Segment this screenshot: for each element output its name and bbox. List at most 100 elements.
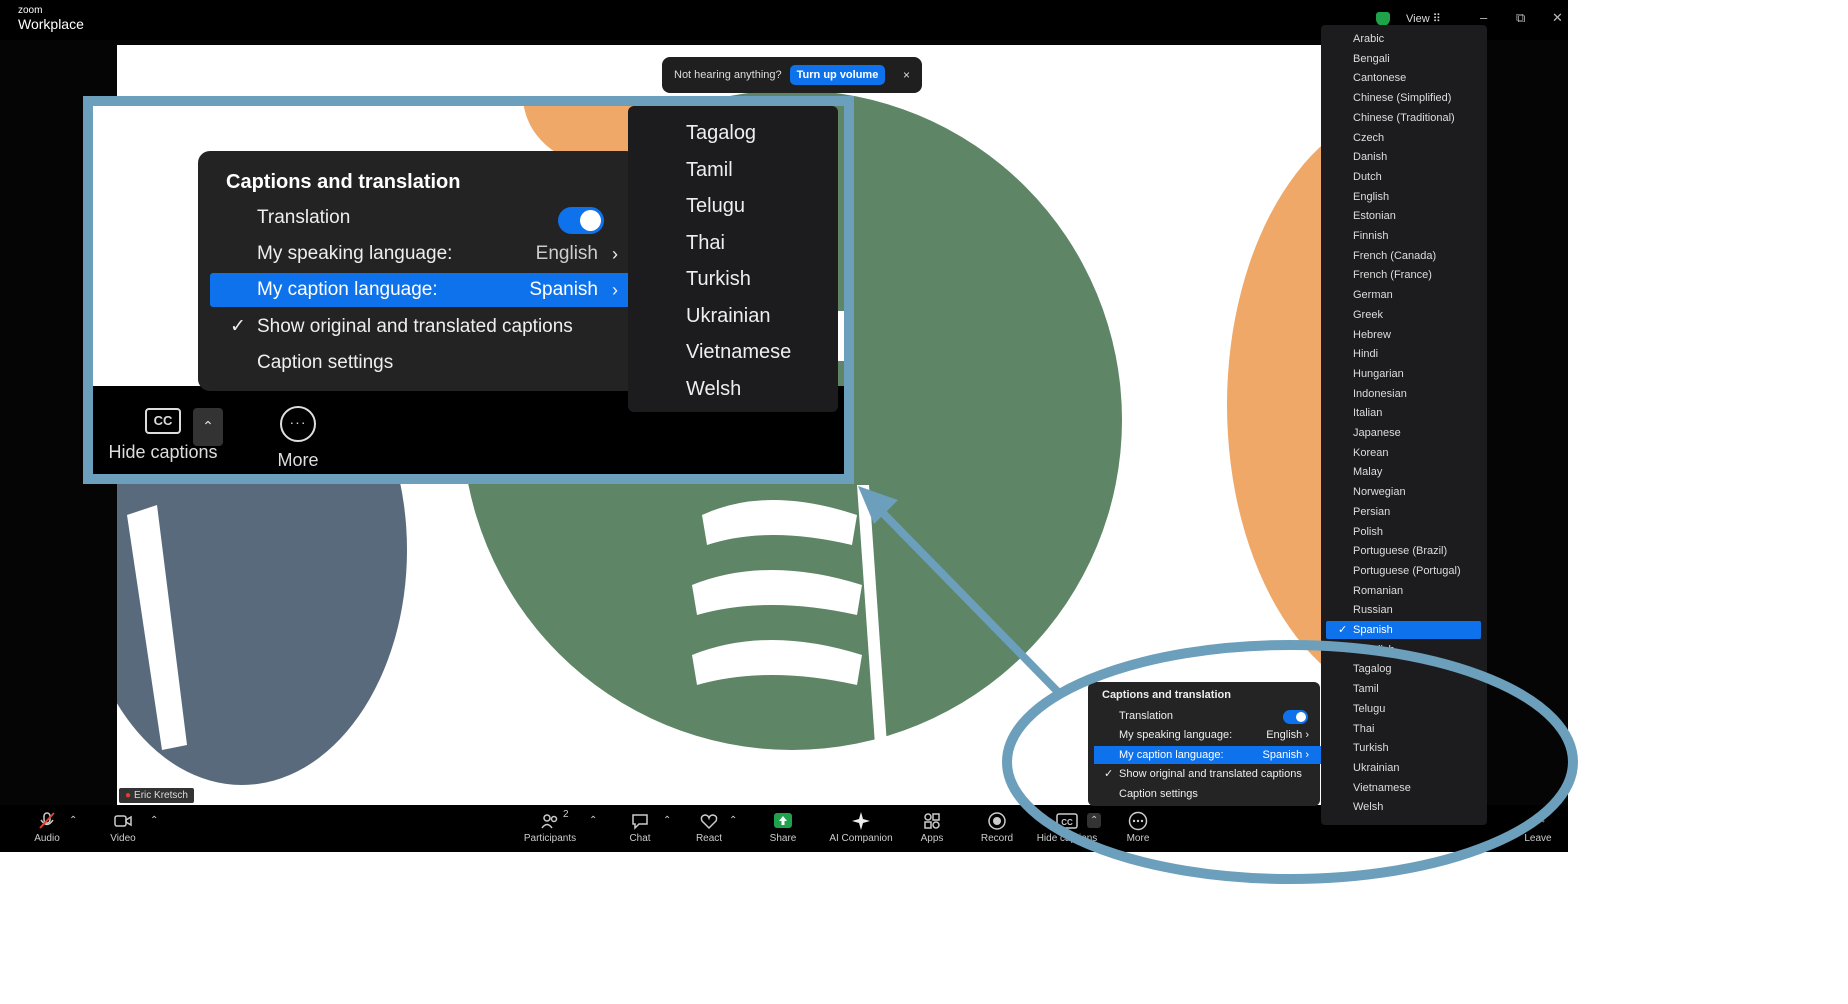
share-label: Share <box>769 833 797 844</box>
translation-label: Translation <box>1119 710 1174 722</box>
language-option[interactable]: Hungarian <box>1326 365 1481 383</box>
language-option[interactable]: Estonian <box>1326 207 1481 225</box>
language-option[interactable]: English <box>1326 188 1481 206</box>
language-option[interactable]: Arabic <box>1326 30 1481 48</box>
language-option[interactable]: Chinese (Traditional) <box>1326 109 1481 127</box>
language-option-label: Indonesian <box>1353 388 1407 400</box>
language-option[interactable]: Persian <box>1326 503 1481 521</box>
language-option[interactable]: French (Canada) <box>1326 247 1481 265</box>
language-option[interactable]: Welsh <box>1326 798 1481 816</box>
security-shield-icon[interactable] <box>1376 12 1390 26</box>
language-option[interactable]: Turkish <box>686 264 751 294</box>
language-option[interactable]: Malay <box>1326 463 1481 481</box>
share-button[interactable]: Share <box>743 811 823 844</box>
language-option[interactable]: Danish <box>1326 148 1481 166</box>
participants-options-caret[interactable]: ⌃ <box>589 815 597 826</box>
language-option[interactable]: Welsh <box>686 374 741 404</box>
language-option[interactable]: Turkish <box>1326 739 1481 757</box>
language-option[interactable]: ✓ Spanish <box>1326 621 1481 639</box>
language-option[interactable]: Hebrew <box>1326 326 1481 344</box>
captions-options-caret[interactable]: ⌃ <box>193 408 223 446</box>
language-option[interactable]: Dutch <box>1326 168 1481 186</box>
language-option-label: Italian <box>1353 407 1383 419</box>
language-option[interactable]: Tagalog <box>686 118 756 148</box>
show-original-row[interactable]: ✓ Show original and translated captions <box>210 310 630 344</box>
translation-row[interactable]: Translation <box>1094 707 1321 725</box>
language-option[interactable]: Tamil <box>686 155 733 185</box>
language-option[interactable]: Portuguese (Brazil) <box>1326 542 1481 560</box>
language-option[interactable]: Italian <box>1326 404 1481 422</box>
notice-close-button[interactable]: × <box>903 68 910 82</box>
language-option[interactable]: Czech <box>1326 129 1481 147</box>
caption-language-row[interactable]: My caption language: Spanish › <box>1094 746 1321 764</box>
language-option[interactable]: Chinese (Simplified) <box>1326 89 1481 107</box>
record-label: Record <box>980 833 1014 844</box>
ai-companion-button[interactable]: AI Companion <box>821 811 901 844</box>
more-button[interactable]: More <box>1098 811 1178 844</box>
language-option-label: Russian <box>1353 604 1393 616</box>
language-option[interactable]: Telugu <box>1326 700 1481 718</box>
language-option[interactable]: Korean <box>1326 444 1481 462</box>
participants-button[interactable]: Participants <box>510 811 590 844</box>
language-option-label: Portuguese (Brazil) <box>1353 545 1448 557</box>
leave-button[interactable]: Leave <box>1498 811 1568 844</box>
more-label: More <box>1126 833 1150 844</box>
language-option[interactable]: Indonesian <box>1326 385 1481 403</box>
language-option[interactable]: Portuguese (Portugal) <box>1326 562 1481 580</box>
view-button[interactable]: View ⠿ <box>1406 12 1441 25</box>
video-options-caret[interactable]: ⌃ <box>150 815 158 826</box>
speaking-language-row[interactable]: My speaking language: English › <box>1094 726 1321 744</box>
caption-language-dropdown-zoomed: Tagalog Tamil Telugu Thai Turkish Ukrainian Vi… <box>628 106 838 412</box>
language-option[interactable]: Vietnamese <box>1326 779 1481 797</box>
language-option[interactable]: German <box>1326 286 1481 304</box>
check-icon: ✓ <box>1338 624 1348 636</box>
language-option[interactable]: Swedish <box>1326 641 1481 659</box>
leave-icon <box>1531 817 1545 823</box>
speaking-language-row[interactable]: My speaking language: English › <box>210 237 630 271</box>
more-button[interactable]: ··· More <box>253 406 343 471</box>
language-option[interactable]: Greek <box>1326 306 1481 324</box>
language-option[interactable]: Japanese <box>1326 424 1481 442</box>
language-option-label: Swedish <box>1353 644 1395 656</box>
language-option[interactable]: Russian <box>1326 601 1481 619</box>
caption-language-row[interactable]: My caption language: Spanish › <box>210 273 630 307</box>
language-option[interactable]: Norwegian <box>1326 483 1481 501</box>
language-option[interactable]: Vietnamese <box>686 337 791 367</box>
show-original-row[interactable]: ✓ Show original and translated captions <box>1094 765 1321 783</box>
turn-up-volume-button[interactable]: Turn up volume <box>789 65 886 85</box>
translation-toggle[interactable] <box>1283 710 1308 724</box>
caption-settings-row[interactable]: Caption settings <box>210 346 630 380</box>
language-option[interactable]: Ukrainian <box>1326 759 1481 777</box>
language-option[interactable]: Tamil <box>1326 680 1481 698</box>
language-option[interactable]: Polish <box>1326 523 1481 541</box>
language-option[interactable]: Hindi <box>1326 345 1481 363</box>
language-option[interactable]: Bengali <box>1326 50 1481 68</box>
participants-label: Participants <box>523 833 577 844</box>
svg-text:CC: CC <box>1061 818 1073 827</box>
audio-label: Audio <box>34 833 60 844</box>
language-option[interactable]: Thai <box>686 228 725 258</box>
minimize-button[interactable]: – <box>1480 10 1487 25</box>
translation-toggle[interactable] <box>558 207 604 234</box>
react-options-caret[interactable]: ⌃ <box>729 815 737 826</box>
close-window-button[interactable]: ✕ <box>1552 10 1563 26</box>
brand-big: Workplace <box>18 16 84 32</box>
language-option[interactable]: French (France) <box>1326 266 1481 284</box>
record-button[interactable]: Record <box>957 811 1037 844</box>
translation-row[interactable]: Translation <box>210 201 630 235</box>
restore-button[interactable]: ⧉ <box>1516 10 1525 26</box>
language-option[interactable]: Cantonese <box>1326 69 1481 87</box>
language-option[interactable]: Tagalog <box>1326 660 1481 678</box>
language-option[interactable]: Telugu <box>686 191 745 221</box>
speaking-language-value: English <box>1266 729 1303 741</box>
language-option[interactable]: Ukrainian <box>686 301 770 331</box>
volume-notice: Not hearing anything? Turn up volume × <box>662 57 922 93</box>
audio-options-caret[interactable]: ⌃ <box>69 815 77 826</box>
language-option[interactable]: Finnish <box>1326 227 1481 245</box>
language-option[interactable]: Romanian <box>1326 582 1481 600</box>
language-option-label: Thai <box>1353 723 1375 735</box>
caption-settings-row[interactable]: Caption settings <box>1094 785 1321 803</box>
language-option-label: Tamil <box>1353 683 1379 695</box>
check-icon: ✓ <box>230 316 246 337</box>
language-option[interactable]: Thai <box>1326 720 1481 738</box>
